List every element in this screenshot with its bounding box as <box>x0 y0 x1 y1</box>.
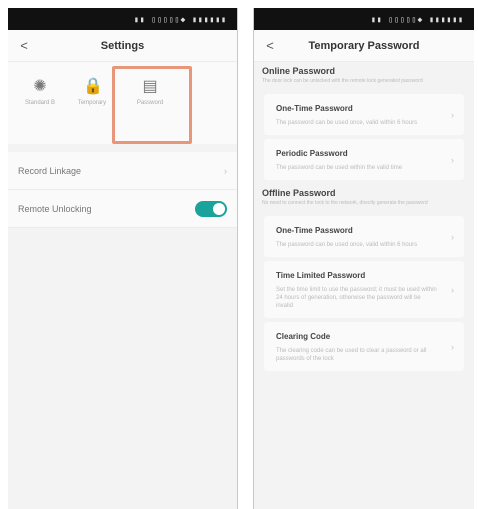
status-bar: ▮▮ ▯▯▯▯▯◆ ▮▮▮▮▮▮ <box>8 8 237 30</box>
chevron-right-icon: › <box>451 231 454 242</box>
remote-unlocking-toggle[interactable] <box>195 200 227 217</box>
chevron-right-icon: › <box>451 284 454 295</box>
page-title: Temporary Password <box>308 39 420 52</box>
card-title: One-Time Password <box>276 226 353 235</box>
offline-section-title: Offline Password <box>262 188 336 198</box>
card-title: Clearing Code <box>276 332 331 341</box>
offline-time-limited-card[interactable]: Time Limited Password Set the time limit… <box>264 261 464 318</box>
lock-icon: 🔒 <box>83 78 103 95</box>
row-label: Remote Unlocking <box>18 203 92 214</box>
remote-unlocking-row: Remote Unlocking <box>8 190 237 228</box>
temporary-password-screen: ▮▮ ▯▯▯▯▯◆ ▮▮▮▮▮▮ < Temporary Password On… <box>253 8 474 509</box>
row-label: Record Linkage <box>18 165 82 176</box>
highlight-box <box>112 66 192 144</box>
card-desc: The password can be used once, valid wit… <box>276 242 418 248</box>
toggle-knob <box>213 202 225 215</box>
divider <box>8 144 237 152</box>
nav-bar: < Settings <box>8 30 237 62</box>
offline-one-time-card[interactable]: One-Time Password The password can be us… <box>264 216 464 257</box>
card-title: One-Time Password <box>276 104 353 113</box>
status-bar: ▮▮ ▯▯▯▯▯◆ ▮▮▮▮▮▮ <box>254 8 474 30</box>
back-icon[interactable]: < <box>16 38 32 54</box>
chevron-right-icon: › <box>224 165 227 176</box>
card-desc: The clearing code can be used to clear a… <box>276 348 427 362</box>
settings-screen: ▮▮ ▯▯▯▯▯◆ ▮▮▮▮▮▮ < Settings ✺ Standard B… <box>8 8 238 509</box>
chevron-right-icon: › <box>451 341 454 352</box>
online-one-time-card[interactable]: One-Time Password The password can be us… <box>264 94 464 135</box>
clearing-code-card[interactable]: Clearing Code The clearing code can be u… <box>264 322 464 371</box>
page-title: Settings <box>100 39 145 52</box>
card-desc: The password can be used within the vali… <box>276 165 403 171</box>
online-section-desc: The door lock can be unlocked with the r… <box>262 78 423 84</box>
online-section-title: Online Password <box>262 66 336 76</box>
card-title: Time Limited Password <box>276 271 366 280</box>
card-title: Periodic Password <box>276 149 348 158</box>
gear-icon: ✺ <box>33 78 47 95</box>
feature-tiles: ✺ Standard B 🔒 Temporary ▤ Password <box>8 62 237 144</box>
record-linkage-row[interactable]: Record Linkage › <box>8 152 237 190</box>
online-periodic-card[interactable]: Periodic Password The password can be us… <box>264 139 464 180</box>
chevron-right-icon: › <box>451 154 454 165</box>
offline-section-desc: No need to connect the lock to the netwo… <box>262 200 428 206</box>
back-icon[interactable]: < <box>262 38 278 54</box>
chevron-right-icon: › <box>451 109 454 120</box>
card-desc: The password can be used once, valid wit… <box>276 120 418 126</box>
nav-bar: < Temporary Password <box>254 30 474 62</box>
card-desc: Set the time limit to use the password; … <box>276 287 437 309</box>
